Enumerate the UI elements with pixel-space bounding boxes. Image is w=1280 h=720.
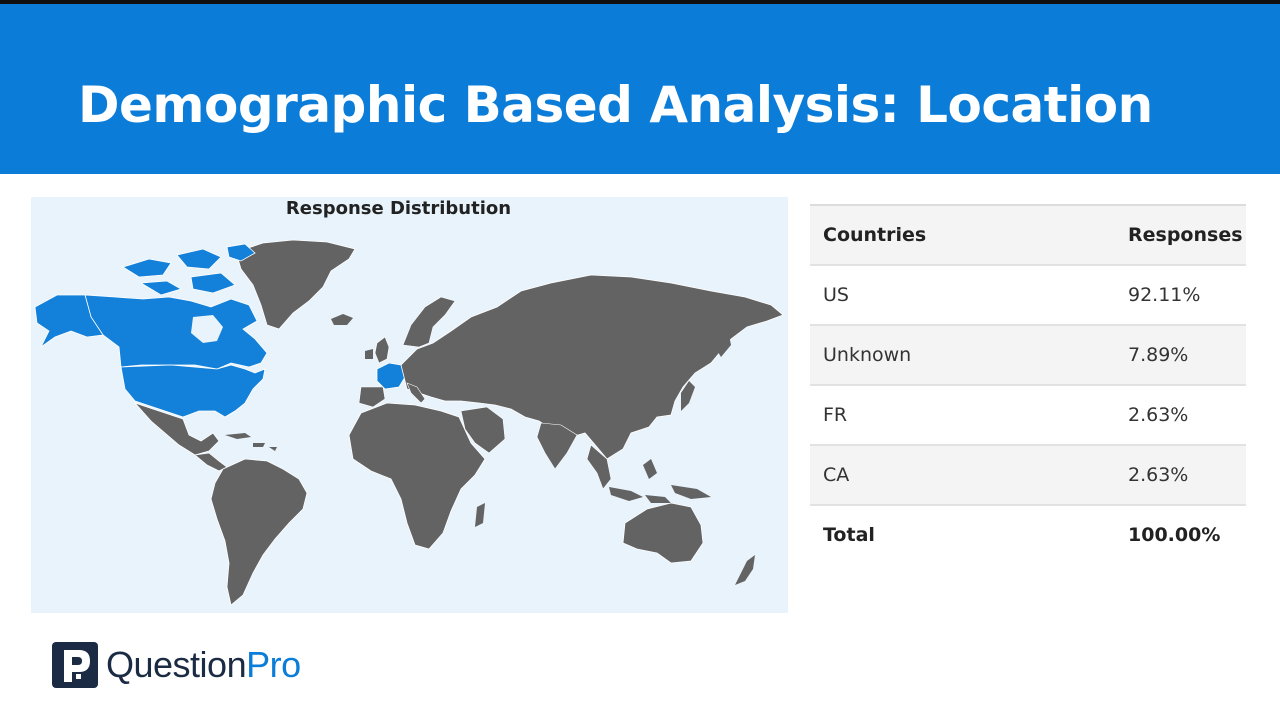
table-total-row: Total 100.00% bbox=[810, 506, 1246, 564]
questionpro-wordmark: QuestionPro bbox=[106, 644, 301, 686]
table-header-row: Countries Responses bbox=[810, 206, 1246, 266]
total-label: Total bbox=[823, 524, 875, 546]
total-value: 100.00% bbox=[1128, 524, 1221, 546]
country-responses-table: Countries Responses US 92.11% Unknown 7.… bbox=[810, 204, 1246, 564]
wordmark-question: Question bbox=[106, 644, 247, 685]
responses-cell: 92.11% bbox=[1128, 284, 1201, 306]
world-map-panel: Response Distribution bbox=[31, 197, 788, 613]
responses-cell: 7.89% bbox=[1128, 344, 1189, 366]
map-title: Response Distribution bbox=[285, 198, 512, 219]
table-row: FR 2.63% bbox=[810, 386, 1246, 446]
questionpro-logo-icon bbox=[52, 642, 98, 688]
responses-cell: 2.63% bbox=[1128, 404, 1189, 426]
column-header-countries: Countries bbox=[823, 224, 927, 246]
table-row: Unknown 7.89% bbox=[810, 326, 1246, 386]
world-map bbox=[31, 197, 788, 613]
country-cell: CA bbox=[823, 464, 850, 486]
slide-title: Demographic Based Analysis: Location bbox=[78, 76, 1153, 134]
country-cell: Unknown bbox=[823, 344, 912, 366]
wordmark-pro: Pro bbox=[246, 644, 301, 685]
responses-cell: 2.63% bbox=[1128, 464, 1189, 486]
column-header-responses: Responses bbox=[1128, 224, 1243, 246]
country-cell: FR bbox=[823, 404, 848, 426]
slide-header: Demographic Based Analysis: Location bbox=[0, 4, 1280, 174]
table-row: US 92.11% bbox=[810, 266, 1246, 326]
country-cell: US bbox=[823, 284, 849, 306]
table-row: CA 2.63% bbox=[810, 446, 1246, 506]
